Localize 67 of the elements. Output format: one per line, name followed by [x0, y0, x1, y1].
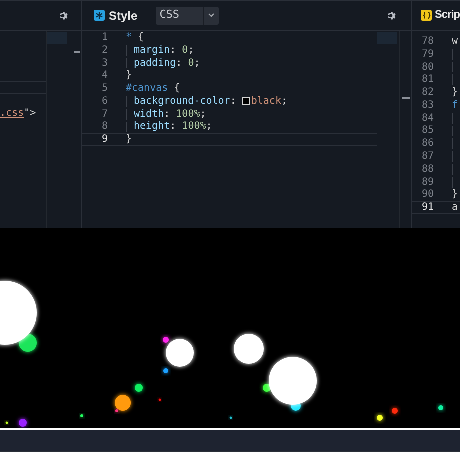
- code-token: background-color: [134, 94, 230, 109]
- scrollbar-thumb[interactable]: [74, 51, 80, 53]
- code-token: :: [170, 44, 178, 58]
- code-token: padding: [134, 56, 176, 70]
- code-token: *: [126, 30, 132, 45]
- line-number: 5: [100, 82, 109, 96]
- code-token: a: [452, 201, 458, 216]
- code-token: 100%: [182, 120, 206, 134]
- code-token: 0: [182, 44, 188, 58]
- line-number: 6: [100, 94, 109, 109]
- code-token: black: [251, 94, 282, 109]
- line-number: 81: [420, 73, 435, 88]
- line-number: 8: [100, 120, 109, 134]
- line-number: 86: [420, 137, 435, 152]
- line-number: 2: [100, 44, 109, 58]
- code-token: f: [452, 98, 458, 113]
- code-token: 100%: [176, 108, 200, 122]
- line-number: 82: [420, 86, 435, 100]
- line-number: 84: [420, 112, 435, 126]
- code-token: :: [230, 94, 238, 109]
- line-number: 91: [420, 201, 435, 216]
- code-token: ">: [24, 106, 36, 121]
- settings-icon[interactable]: [387, 10, 397, 20]
- line-number: 9: [100, 133, 109, 148]
- asterisk-icon: [94, 10, 105, 21]
- code-token: :: [164, 108, 172, 121]
- scrollbar-thumb[interactable]: [402, 97, 410, 99]
- line-number: 78: [420, 34, 435, 49]
- settings-icon[interactable]: [59, 10, 69, 20]
- line-number: 7: [100, 108, 109, 122]
- code-token: width: [134, 108, 164, 121]
- line-number: 87: [420, 150, 435, 164]
- code-token: #canvas: [126, 82, 168, 96]
- line-number: 4: [100, 69, 109, 84]
- line-number: 80: [420, 60, 435, 74]
- code-token: w: [452, 34, 458, 49]
- code-token: .css: [0, 106, 24, 121]
- code-token: }: [126, 69, 132, 84]
- language-select[interactable]: CSS: [156, 6, 219, 24]
- code-token: ;: [200, 108, 206, 122]
- code-token: }: [126, 133, 132, 148]
- chevron-down-icon: [208, 13, 215, 18]
- pane-title: Style: [109, 8, 138, 24]
- code-token: ;: [188, 44, 194, 58]
- code-token: ;: [194, 56, 200, 70]
- line-number: 90: [420, 188, 435, 202]
- line-number: 89: [420, 176, 435, 190]
- code-token: height: [134, 120, 170, 134]
- color-swatch-icon[interactable]: [242, 97, 250, 106]
- code-token: }: [452, 86, 458, 100]
- code-token: :: [170, 120, 178, 134]
- code-token: 0: [188, 56, 194, 70]
- code-token: ;: [281, 94, 288, 109]
- code-token: }: [452, 188, 458, 202]
- pane-title: Scrip: [435, 8, 460, 24]
- line-number: 85: [420, 124, 435, 138]
- line-number: 79: [420, 48, 435, 62]
- code-token: margin: [134, 44, 170, 58]
- code-token: ;: [206, 120, 212, 134]
- code-token: {: [137, 30, 144, 45]
- line-number: 88: [420, 162, 435, 177]
- line-number: 3: [100, 56, 109, 70]
- code-token: :: [176, 56, 184, 70]
- code-token: {: [173, 82, 180, 96]
- line-number: 1: [100, 30, 109, 45]
- braces-icon: [421, 10, 432, 21]
- line-number: 83: [420, 98, 435, 113]
